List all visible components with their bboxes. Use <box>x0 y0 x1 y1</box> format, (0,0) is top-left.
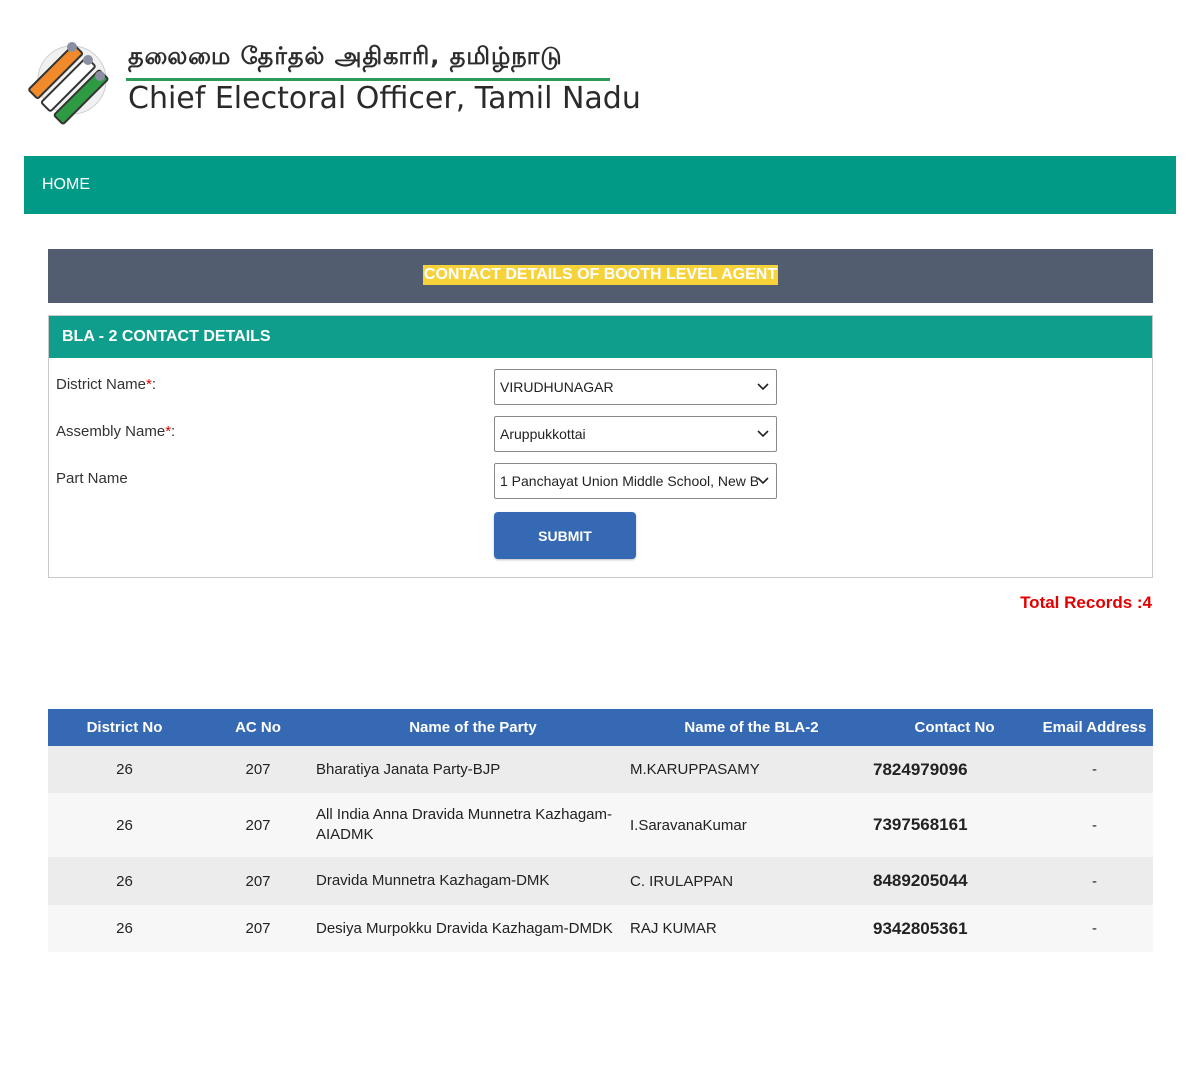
election-logo-icon <box>28 42 109 125</box>
site-title-english: Chief Electoral Officer, Tamil Nadu <box>128 81 641 116</box>
email-cell: - <box>1036 793 1153 857</box>
assembly-label: Assembly Name*: <box>56 423 176 440</box>
table-row: 26 207 Desiya Murpokku Dravida Kazhagam-… <box>48 905 1153 952</box>
assembly-select[interactable]: Aruppukkottai <box>494 416 777 452</box>
column-header: AC No <box>201 709 315 746</box>
contact-no-cell[interactable]: 7824979096 <box>873 746 1036 793</box>
part-select[interactable]: 1 Panchayat Union Middle School, New Bui… <box>494 463 777 499</box>
column-header: Contact No <box>873 709 1036 746</box>
results-table: District No AC No Name of the Party Name… <box>48 709 1153 952</box>
ac-no-cell: 207 <box>201 793 315 857</box>
column-header: District No <box>48 709 201 746</box>
bla-name-cell: M.KARUPPASAMY <box>630 746 873 793</box>
ac-no-cell: 207 <box>201 905 315 952</box>
email-cell: - <box>1036 857 1153 905</box>
table-row: 26 207 Bharatiya Janata Party-BJP M.KARU… <box>48 746 1153 793</box>
chevron-down-icon <box>757 430 769 438</box>
contact-no-cell[interactable]: 9342805361 <box>873 905 1036 952</box>
search-form-panel: BLA - 2 CONTACT DETAILS District Name*: … <box>48 315 1153 578</box>
panel-title: BLA - 2 CONTACT DETAILS <box>49 316 1152 358</box>
submit-button[interactable]: SUBMIT <box>494 512 636 559</box>
party-cell: Dravida Munnetra Kazhagam-DMK <box>315 857 630 905</box>
page-title: CONTACT DETAILS OF BOOTH LEVEL AGENT <box>422 265 779 285</box>
table-header-row: District No AC No Name of the Party Name… <box>48 709 1153 746</box>
district-no-cell: 26 <box>48 746 201 793</box>
district-no-cell: 26 <box>48 905 201 952</box>
total-records: Total Records :4 <box>1020 593 1152 612</box>
district-select[interactable]: VIRUDHUNAGAR <box>494 369 777 405</box>
ac-no-cell: 207 <box>201 746 315 793</box>
party-cell: Desiya Murpokku Dravida Kazhagam-DMDK <box>315 905 630 952</box>
contact-no-cell[interactable]: 8489205044 <box>873 857 1036 905</box>
nav-home-link[interactable]: HOME <box>42 176 90 194</box>
email-cell: - <box>1036 905 1153 952</box>
column-header: Name of the Party <box>315 709 630 746</box>
party-cell: All India Anna Dravida Munnetra Kazhagam… <box>315 793 630 857</box>
bla-name-cell: C. IRULAPPAN <box>630 857 873 905</box>
site-header: தலைமை தேர்தல் அதிகாரி, தமிழ்நாடு Chief E… <box>22 34 642 126</box>
contact-no-cell[interactable]: 7397568161 <box>873 793 1036 857</box>
column-header: Name of the BLA-2 <box>630 709 873 746</box>
bla-name-cell: RAJ KUMAR <box>630 905 873 952</box>
table-row: 26 207 Dravida Munnetra Kazhagam-DMK C. … <box>48 857 1153 905</box>
district-no-cell: 26 <box>48 857 201 905</box>
ac-no-cell: 207 <box>201 857 315 905</box>
party-cell: Bharatiya Janata Party-BJP <box>315 746 630 793</box>
chevron-down-icon <box>757 383 769 391</box>
bla-name-cell: I.SaravanaKumar <box>630 793 873 857</box>
main-navbar: HOME <box>24 156 1176 214</box>
table-row: 26 207 All India Anna Dravida Munnetra K… <box>48 793 1153 857</box>
district-no-cell: 26 <box>48 793 201 857</box>
district-label: District Name*: <box>56 376 157 393</box>
chevron-down-icon <box>757 477 769 485</box>
column-header: Email Address <box>1036 709 1153 746</box>
email-cell: - <box>1036 746 1153 793</box>
page-banner: CONTACT DETAILS OF BOOTH LEVEL AGENT <box>48 249 1153 303</box>
site-title-tamil: தலைமை தேர்தல் அதிகாரி, தமிழ்நாடு <box>128 42 563 70</box>
part-label: Part Name <box>56 470 128 487</box>
